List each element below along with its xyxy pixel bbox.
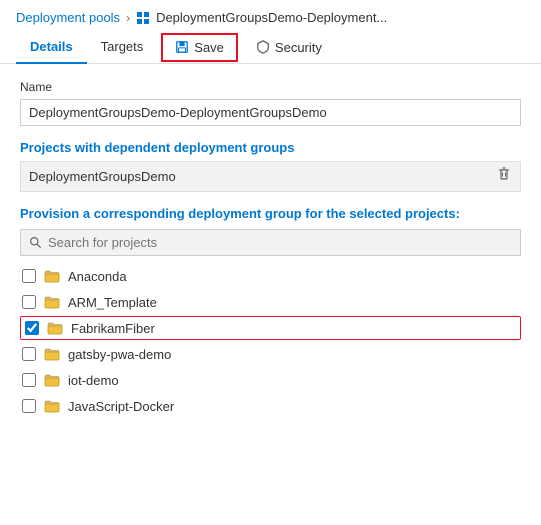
trash-icon xyxy=(496,166,512,182)
folder-icon xyxy=(44,372,60,388)
project-checkbox-p5[interactable] xyxy=(22,373,36,387)
search-box xyxy=(20,229,521,256)
breadcrumb-separator: › xyxy=(126,11,130,25)
project-name: JavaScript-Docker xyxy=(68,399,174,414)
tab-details[interactable]: Details xyxy=(16,31,87,64)
project-checkbox-p1[interactable] xyxy=(22,269,36,283)
breadcrumb: Deployment pools › DeploymentGroupsDemo-… xyxy=(0,0,541,31)
main-content: Name Projects with dependent deployment … xyxy=(0,64,541,434)
save-label: Save xyxy=(194,40,224,55)
folder-icon xyxy=(47,320,63,336)
folder-icon xyxy=(44,398,60,414)
breadcrumb-current: DeploymentGroupsDemo-Deployment... xyxy=(156,10,387,25)
provision-label: Provision a corresponding deployment gro… xyxy=(20,206,521,221)
tab-security[interactable]: Security xyxy=(242,32,336,63)
name-input[interactable] xyxy=(20,99,521,126)
security-tab-label: Security xyxy=(275,40,322,55)
project-checkbox-list: Anaconda ARM_Template FabrikamFiber gats… xyxy=(20,264,521,418)
provision-section: Provision a corresponding deployment gro… xyxy=(20,206,521,418)
project-name: FabrikamFiber xyxy=(71,321,155,336)
shield-icon xyxy=(256,40,270,54)
dependent-projects-section: Projects with dependent deployment group… xyxy=(20,140,521,192)
project-name: iot-demo xyxy=(68,373,119,388)
checkbox-row: Anaconda xyxy=(20,264,521,288)
dependent-project-name: DeploymentGroupsDemo xyxy=(29,169,176,184)
project-checkbox-p4[interactable] xyxy=(22,347,36,361)
project-name: Anaconda xyxy=(68,269,127,284)
checkbox-row: iot-demo xyxy=(20,368,521,392)
folder-icon xyxy=(44,268,60,284)
checkbox-row: JavaScript-Docker xyxy=(20,394,521,418)
project-name: ARM_Template xyxy=(68,295,157,310)
checkbox-row: gatsby-pwa-demo xyxy=(20,342,521,366)
breadcrumb-link[interactable]: Deployment pools xyxy=(16,10,120,25)
project-checkbox-p2[interactable] xyxy=(22,295,36,309)
tab-targets[interactable]: Targets xyxy=(87,31,158,64)
tabs-bar: Details Targets Save Security xyxy=(0,31,541,64)
save-button[interactable]: Save xyxy=(161,33,238,62)
deployment-pool-icon xyxy=(136,11,150,25)
name-field-group: Name xyxy=(20,80,521,126)
project-checkbox-p3[interactable] xyxy=(25,321,39,335)
project-checkbox-p6[interactable] xyxy=(22,399,36,413)
search-input[interactable] xyxy=(48,235,512,250)
dependent-projects-label: Projects with dependent deployment group… xyxy=(20,140,521,155)
folder-icon xyxy=(44,346,60,362)
delete-project-button[interactable] xyxy=(496,166,512,187)
name-label: Name xyxy=(20,80,521,94)
save-icon xyxy=(175,40,189,54)
search-icon xyxy=(29,236,42,249)
checkbox-row: ARM_Template xyxy=(20,290,521,314)
project-name: gatsby-pwa-demo xyxy=(68,347,171,362)
folder-icon xyxy=(44,294,60,310)
checkbox-row: FabrikamFiber xyxy=(20,316,521,340)
dependent-project-row: DeploymentGroupsDemo xyxy=(20,161,521,192)
